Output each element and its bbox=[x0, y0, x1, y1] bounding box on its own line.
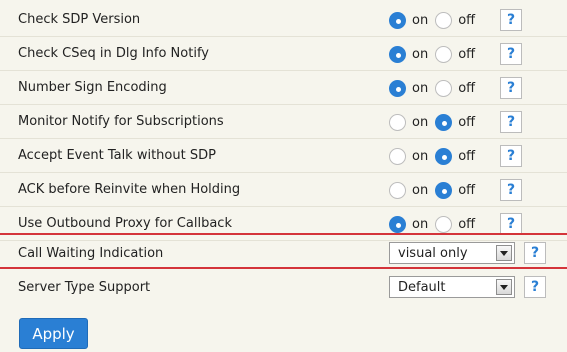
setting-row-check-cseq: Check CSeq in Dlg Info Notify on off ? bbox=[0, 37, 567, 71]
radio-off-label: off bbox=[458, 12, 476, 28]
radio-off[interactable] bbox=[435, 215, 453, 233]
select-value: visual only bbox=[398, 245, 468, 261]
radio-on-label: on bbox=[412, 80, 429, 96]
setting-row-server-type: Server Type Support Default ? bbox=[0, 270, 567, 304]
radio-on-label: on bbox=[412, 114, 429, 130]
radio-on[interactable] bbox=[389, 79, 406, 97]
radio-on[interactable] bbox=[389, 11, 406, 29]
select-value: Default bbox=[398, 279, 446, 295]
radio-on-label: on bbox=[412, 216, 429, 232]
setting-label: Check CSeq in Dlg Info Notify bbox=[18, 46, 209, 61]
radio-off[interactable] bbox=[435, 147, 453, 165]
radio-off-label: off bbox=[458, 114, 476, 130]
radio-off[interactable] bbox=[435, 79, 453, 97]
radio-on[interactable] bbox=[389, 147, 406, 165]
radio-off-label: off bbox=[458, 46, 476, 62]
chevron-down-icon[interactable] bbox=[496, 245, 512, 261]
setting-label: Check SDP Version bbox=[18, 12, 141, 27]
call-waiting-select[interactable]: visual only bbox=[389, 242, 515, 264]
radio-group: on off bbox=[389, 3, 475, 37]
radio-group: on off bbox=[389, 139, 475, 173]
setting-row-check-sdp-version: Check SDP Version on off ? bbox=[0, 3, 567, 37]
radio-on-label: on bbox=[412, 46, 429, 62]
help-button[interactable]: ? bbox=[500, 111, 522, 133]
radio-on[interactable] bbox=[389, 181, 406, 199]
radio-on[interactable] bbox=[389, 215, 406, 233]
radio-group: on off bbox=[389, 71, 475, 105]
help-button[interactable]: ? bbox=[500, 9, 522, 31]
radio-off-label: off bbox=[458, 80, 476, 96]
setting-row-monitor-notify: Monitor Notify for Subscriptions on off … bbox=[0, 105, 567, 139]
help-button[interactable]: ? bbox=[500, 213, 522, 235]
setting-row-ack-before-reinvite: ACK before Reinvite when Holding on off … bbox=[0, 173, 567, 207]
radio-off-label: off bbox=[458, 182, 476, 198]
server-type-select[interactable]: Default bbox=[389, 276, 515, 298]
chevron-down-icon[interactable] bbox=[496, 279, 512, 295]
radio-on[interactable] bbox=[389, 45, 406, 63]
radio-on-label: on bbox=[412, 182, 429, 198]
help-button[interactable]: ? bbox=[500, 179, 522, 201]
setting-label: Number Sign Encoding bbox=[18, 80, 167, 95]
apply-button[interactable]: Apply bbox=[19, 318, 88, 349]
radio-off-label: off bbox=[458, 148, 476, 164]
setting-label: Monitor Notify for Subscriptions bbox=[18, 114, 224, 129]
setting-label: Accept Event Talk without SDP bbox=[18, 148, 216, 163]
radio-on-label: on bbox=[412, 148, 429, 164]
help-button[interactable]: ? bbox=[524, 276, 546, 298]
radio-on[interactable] bbox=[389, 113, 406, 131]
help-button[interactable]: ? bbox=[500, 145, 522, 167]
radio-off[interactable] bbox=[435, 45, 453, 63]
radio-on-label: on bbox=[412, 12, 429, 28]
help-button[interactable]: ? bbox=[500, 77, 522, 99]
radio-group: on off bbox=[389, 37, 475, 71]
highlight-line-top bbox=[0, 233, 567, 235]
radio-off[interactable] bbox=[435, 11, 453, 29]
radio-off[interactable] bbox=[435, 181, 453, 199]
setting-label: Use Outbound Proxy for Callback bbox=[18, 216, 232, 231]
setting-row-number-sign-encoding: Number Sign Encoding on off ? bbox=[0, 71, 567, 105]
radio-off-label: off bbox=[458, 216, 476, 232]
setting-row-call-waiting: Call Waiting Indication visual only ? bbox=[0, 236, 567, 270]
radio-group: on off bbox=[389, 105, 475, 139]
setting-label: ACK before Reinvite when Holding bbox=[18, 182, 241, 197]
radio-off[interactable] bbox=[435, 113, 453, 131]
highlight-line-bottom bbox=[0, 267, 567, 269]
radio-group: on off bbox=[389, 173, 475, 207]
setting-label: Call Waiting Indication bbox=[18, 245, 164, 261]
setting-label: Server Type Support bbox=[18, 279, 151, 295]
setting-row-accept-event-talk: Accept Event Talk without SDP on off ? bbox=[0, 139, 567, 173]
help-button[interactable]: ? bbox=[524, 242, 546, 264]
help-button[interactable]: ? bbox=[500, 43, 522, 65]
